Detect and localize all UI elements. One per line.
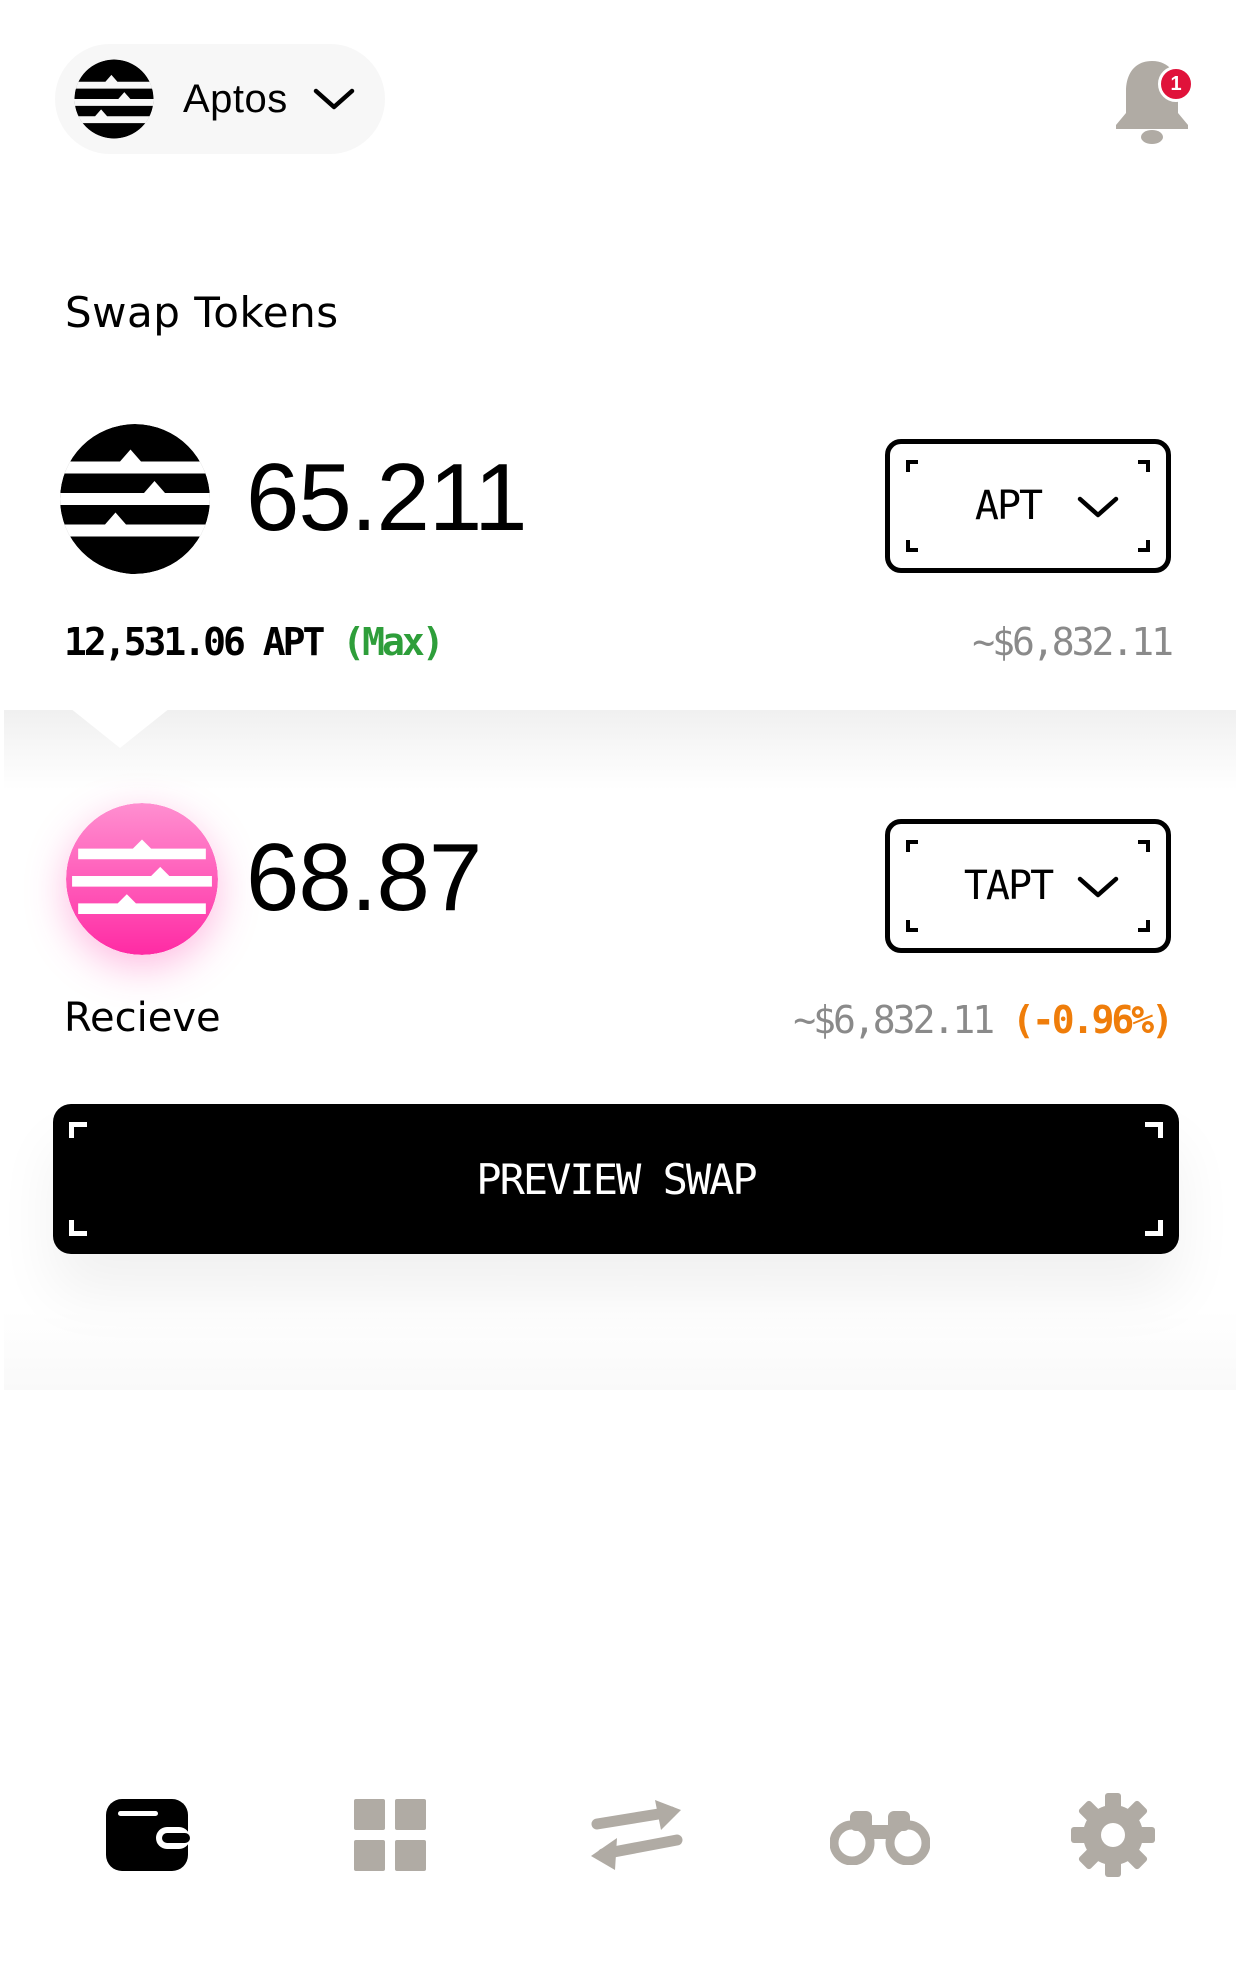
tapt-token-icon bbox=[66, 803, 218, 955]
from-token-label: APT bbox=[974, 483, 1043, 529]
nav-wallet[interactable] bbox=[97, 1790, 197, 1880]
receive-label: Recieve bbox=[64, 995, 221, 1041]
price-impact: (-0.96%) bbox=[1011, 998, 1174, 1042]
to-usd-value: ~$6,832.11 (-0.96%) bbox=[793, 998, 1174, 1042]
nav-swap[interactable] bbox=[587, 1790, 687, 1880]
from-amount-input[interactable]: 65.211 bbox=[246, 443, 527, 553]
to-token-label: TAPT bbox=[963, 863, 1054, 909]
card-notch bbox=[70, 708, 170, 748]
preview-swap-button[interactable]: PREVIEW SWAP bbox=[53, 1104, 1179, 1254]
binoculars-icon bbox=[830, 1811, 930, 1865]
network-selector[interactable]: Aptos bbox=[55, 44, 385, 154]
preview-swap-label: PREVIEW SWAP bbox=[476, 1154, 757, 1204]
from-balance: 12,531.06 APT (Max) bbox=[64, 620, 445, 664]
aptos-logo-icon bbox=[74, 59, 154, 139]
nav-settings[interactable] bbox=[1063, 1790, 1163, 1880]
to-amount: 68.87 bbox=[246, 824, 482, 931]
swap-arrows-icon bbox=[591, 1800, 683, 1870]
nav-dashboard[interactable] bbox=[340, 1790, 440, 1880]
wallet-icon bbox=[106, 1799, 190, 1871]
from-token-selector[interactable]: APT bbox=[885, 439, 1171, 573]
grid-icon bbox=[354, 1799, 426, 1871]
to-token-selector[interactable]: TAPT bbox=[885, 819, 1171, 953]
usd-amount: ~$6,832.11 bbox=[793, 998, 1012, 1042]
max-button[interactable]: (Max) bbox=[342, 620, 444, 664]
page-title: Swap Tokens bbox=[65, 288, 339, 337]
notification-badge: 1 bbox=[1158, 66, 1194, 102]
receive-card bbox=[4, 710, 1236, 1390]
gear-icon bbox=[1071, 1793, 1155, 1877]
network-label: Aptos bbox=[183, 76, 288, 121]
nav-explore[interactable] bbox=[830, 1790, 930, 1880]
chevron-down-icon bbox=[313, 88, 355, 110]
apt-token-icon bbox=[60, 424, 210, 574]
chevron-down-icon bbox=[1077, 876, 1119, 898]
balance-text: 12,531.06 APT bbox=[64, 620, 343, 664]
chevron-down-icon bbox=[1077, 496, 1119, 518]
from-usd-value: ~$6,832.11 bbox=[972, 620, 1174, 664]
